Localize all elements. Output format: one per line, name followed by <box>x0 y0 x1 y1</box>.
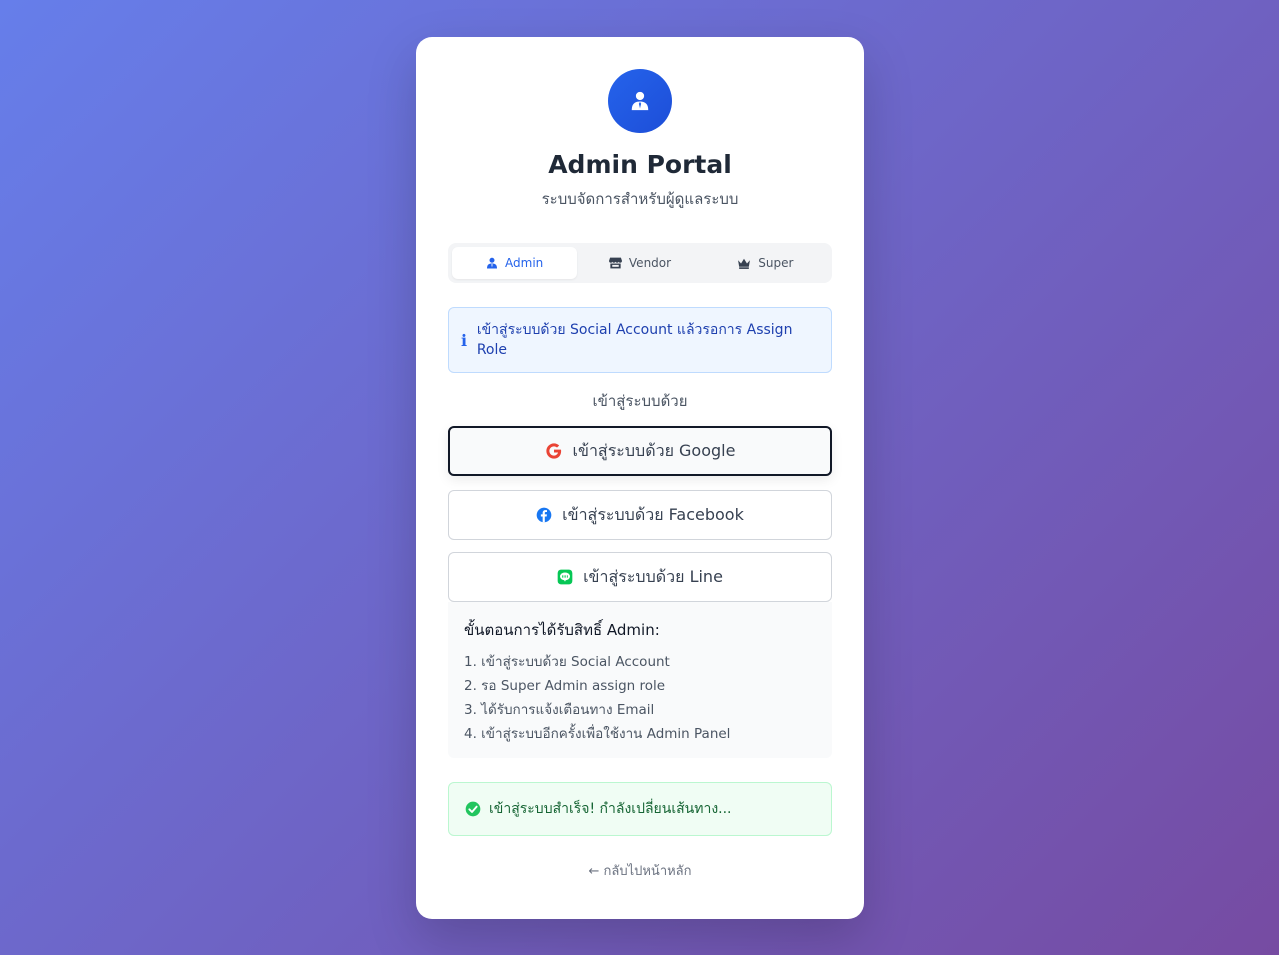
check-circle-icon <box>465 801 481 817</box>
login-with-label: เข้าสู่ระบบด้วย <box>592 392 688 410</box>
facebook-login-button[interactable]: เข้าสู่ระบบด้วย Facebook <box>448 490 832 540</box>
facebook-icon <box>536 507 552 523</box>
crown-icon <box>738 258 751 269</box>
info-icon: ℹ <box>461 330 468 350</box>
steps-title: ขั้นตอนการได้รับสิทธิ์ Admin: <box>464 621 660 639</box>
line-icon <box>557 569 573 585</box>
page-subtitle: ระบบจัดการสำหรับผู้ดูแลระบบ <box>541 190 739 208</box>
admin-avatar-icon <box>608 69 672 133</box>
list-item: 3. ได้รับการแจ้งเตือนทาง Email <box>464 702 655 718</box>
facebook-button-label: เข้าสู่ระบบด้วย Facebook <box>562 504 744 524</box>
store-icon <box>608 257 622 269</box>
line-login-button[interactable]: เข้าสู่ระบบด้วย Line <box>448 552 832 602</box>
tab-admin[interactable]: Admin <box>452 247 578 279</box>
list-item: 2. รอ Super Admin assign role <box>464 678 666 694</box>
info-alert: ℹ เข้าสู่ระบบด้วย Social Account แล้วรอก… <box>448 307 832 373</box>
line-button-label: เข้าสู่ระบบด้วย Line <box>583 566 723 586</box>
info-text: เข้าสู่ระบบด้วย Social Account แล้วรอการ… <box>476 322 793 358</box>
tab-super[interactable]: Super <box>703 247 828 279</box>
list-item: 4. เข้าสู่ระบบอีกครั้งเพื่อใช้งาน Admin … <box>464 726 731 742</box>
role-tabs: Admin Vendor Super <box>448 243 832 283</box>
list-item: 1. เข้าสู่ระบบด้วย Social Account <box>464 654 670 670</box>
tab-label: Vendor <box>628 256 672 270</box>
google-button-label: เข้าสู่ระบบด้วย Google <box>572 440 736 460</box>
steps-list: 1. เข้าสู่ระบบด้วย Social Account 2. รอ … <box>464 650 816 746</box>
admin-steps-panel: ขั้นตอนการได้รับสิทธิ์ Admin: 1. เข้าสู่… <box>448 602 832 758</box>
login-card: Admin Portal ระบบจัดการสำหรับผู้ดูแลระบบ… <box>416 37 864 919</box>
google-login-button[interactable]: เข้าสู่ระบบด้วย Google <box>448 426 832 476</box>
success-text: เข้าสู่ระบบสำเร็จ! กำลังเปลี่ยนเส้นทาง..… <box>489 801 732 817</box>
tab-label: Admin <box>505 256 544 270</box>
user-tie-icon <box>487 257 498 269</box>
success-alert: เข้าสู่ระบบสำเร็จ! กำลังเปลี่ยนเส้นทาง..… <box>448 782 832 836</box>
tab-vendor[interactable]: Vendor <box>577 247 702 279</box>
tab-label: Super <box>758 256 794 270</box>
google-icon <box>545 443 561 459</box>
back-home-link[interactable]: ← กลับไปหน้าหลัก <box>448 862 832 882</box>
page-title: Admin Portal <box>548 150 732 179</box>
